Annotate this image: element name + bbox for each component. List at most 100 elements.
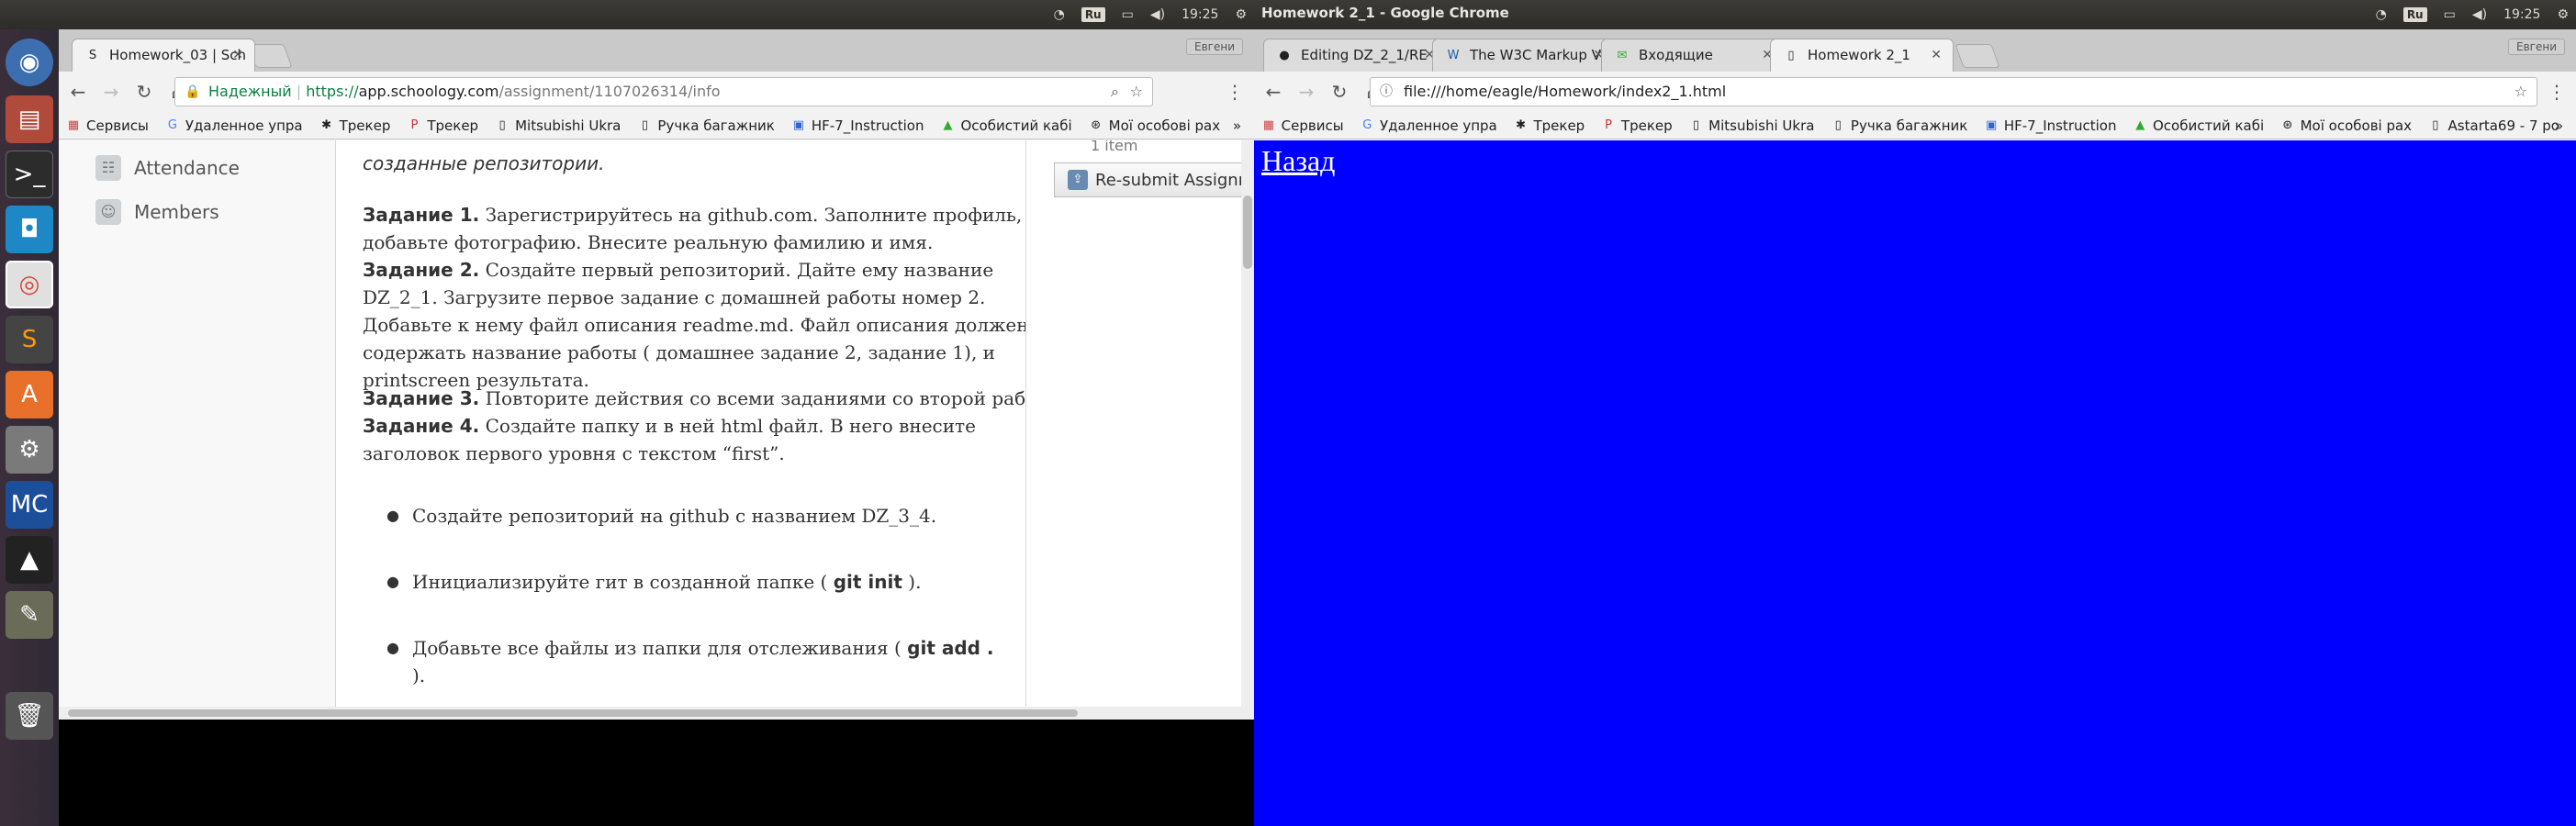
- list-item: Инициализируйте гит в созданной папке ( …: [386, 568, 1055, 596]
- forward-icon[interactable]: →: [97, 78, 125, 106]
- back-icon[interactable]: ←: [64, 78, 92, 106]
- files-icon[interactable]: ▤: [6, 95, 53, 143]
- vertical-scrollbar[interactable]: [1241, 140, 1254, 720]
- gear-icon[interactable]: ⚙: [1235, 7, 1247, 22]
- bookmark-apps[interactable]: ▦ Сервисы: [66, 117, 149, 134]
- tab-strip: S Homework_03 | Sch ✕ Евгени: [59, 29, 1254, 72]
- tab-homework[interactable]: S Homework_03 | Sch ✕: [72, 39, 255, 72]
- gimp-icon[interactable]: ✎: [6, 591, 53, 639]
- list-item: Добавьте все файлы из папки для отслежив…: [386, 634, 1055, 689]
- sublime-icon[interactable]: S: [6, 316, 53, 363]
- app-icon[interactable]: ◘: [6, 206, 53, 253]
- bookmark-item[interactable]: ▯ Ручка багажник: [637, 117, 775, 134]
- back-icon[interactable]: ←: [1260, 78, 1287, 106]
- address-bar[interactable]: ⓘ file:///home/eagle/Homework/index2_1.h…: [1370, 77, 2537, 106]
- reload-icon[interactable]: ↻: [130, 78, 158, 106]
- wifi-icon[interactable]: ◔: [2376, 7, 2387, 22]
- bookmark-item[interactable]: G Удаленное упра: [1361, 117, 1496, 134]
- volume-icon[interactable]: ◀): [2472, 7, 2487, 22]
- bookmark-item[interactable]: ✱ Трекер: [319, 117, 390, 134]
- star-icon[interactable]: ☆: [2514, 78, 2527, 106]
- tab-homework[interactable]: ▯ Homework 2_1 ✕: [1770, 39, 1954, 72]
- profile-button[interactable]: Евгени: [1186, 39, 1243, 55]
- tab-strip: ● Editing DZ_2_1/RE ✕ W The W3C Markup V…: [1254, 29, 2576, 72]
- bookmark-item[interactable]: G Удаленное упра: [165, 117, 303, 134]
- bookmark-item[interactable]: ▣ HF-7_Instruction: [791, 117, 924, 134]
- inkscape-icon[interactable]: ▲: [6, 536, 53, 584]
- scroll-thumb[interactable]: [1243, 195, 1252, 269]
- bank-icon: ▲: [943, 118, 953, 132]
- sidebar-item-members[interactable]: ☺ Members: [95, 199, 219, 225]
- menu-icon[interactable]: ⋮: [1221, 78, 1249, 106]
- bookmark-item[interactable]: ▯ Mitsubishi Ukra: [495, 117, 622, 134]
- zoom-icon[interactable]: ⌕: [1111, 78, 1119, 106]
- ubuntu-dash-icon[interactable]: ◉: [6, 39, 53, 86]
- secure-label: Надежный: [208, 83, 292, 100]
- sidebar-item-label: Members: [134, 201, 219, 223]
- folder-icon: ▣: [792, 118, 804, 132]
- horizontal-scrollbar[interactable]: [59, 707, 1254, 720]
- wifi-icon[interactable]: ◔: [1054, 7, 1065, 22]
- window-title: Homework 2_1 - Google Chrome: [1261, 5, 1509, 21]
- list-item-text: ).: [412, 664, 426, 686]
- chrome-icon[interactable]: ◎: [6, 261, 53, 308]
- tracker-icon: ✱: [1516, 118, 1527, 132]
- bookmarks-overflow[interactable]: »: [2555, 117, 2563, 134]
- new-tab-button[interactable]: [1954, 44, 2000, 68]
- menu-icon[interactable]: ⋮: [2543, 78, 2570, 106]
- tracker-icon: Р: [410, 118, 419, 132]
- unity-launcher: ◉ ▤ >_ ◘ ◎ S A ⚙ MC ▲ ✎ 🗑: [0, 29, 59, 826]
- bookmark-item[interactable]: ⊛ Мої особові рах: [1089, 117, 1220, 134]
- bookmark-item[interactable]: ⊛ Мої особові рах: [2280, 117, 2412, 134]
- software-center-icon[interactable]: A: [6, 371, 53, 419]
- settings-icon[interactable]: ⚙: [6, 426, 53, 474]
- trash-icon[interactable]: 🗑: [6, 692, 53, 740]
- profile-button[interactable]: Евгени: [2508, 39, 2565, 55]
- battery-icon[interactable]: ▭: [1122, 7, 1134, 22]
- star-icon[interactable]: ☆: [1130, 78, 1143, 106]
- tab-github[interactable]: ● Editing DZ_2_1/RE ✕: [1263, 39, 1447, 72]
- bookmark-item[interactable]: ▲ Особистий кабі: [941, 117, 1072, 134]
- list-item-text: ).: [902, 571, 922, 593]
- address-bar[interactable]: 🔒 Надежный | https://app.schoology.com/a…: [174, 77, 1153, 106]
- assignment-sidebar: 1 item ⇪ Re-submit Assignm: [1025, 140, 1254, 720]
- tab-mail[interactable]: ✉ Входящие ✕: [1601, 39, 1785, 72]
- bookmarks-overflow[interactable]: »: [1233, 117, 1241, 134]
- bookmark-item[interactable]: ▣ HF-7_Instruction: [1984, 117, 2117, 134]
- bookmark-apps[interactable]: ▦ Сервисы: [1261, 117, 1344, 134]
- sidebar-item-attendance[interactable]: ☷ Attendance: [95, 155, 240, 181]
- scroll-thumb[interactable]: [68, 709, 1078, 717]
- bookmark-item[interactable]: ✱ Трекер: [1514, 117, 1585, 134]
- mc-icon[interactable]: MC: [6, 481, 53, 529]
- keyboard-layout-indicator[interactable]: Ru: [1081, 7, 1105, 22]
- task-label: Задание 2.: [363, 259, 480, 281]
- tab-title: Входящие: [1639, 47, 1713, 63]
- bookmark-item[interactable]: Р Трекер: [1601, 117, 1673, 134]
- bookmark-item[interactable]: Р Трекер: [407, 117, 478, 134]
- close-icon[interactable]: ✕: [232, 39, 243, 71]
- volume-icon[interactable]: ◀): [1150, 7, 1165, 22]
- task-label: Задание 3.: [363, 387, 480, 409]
- gear-icon[interactable]: ⚙: [2557, 7, 2569, 22]
- bookmark-item[interactable]: ▲ Особистий кабі: [2133, 117, 2264, 134]
- upload-icon: ⇪: [1068, 170, 1088, 190]
- reload-icon[interactable]: ↻: [1326, 78, 1353, 106]
- keyboard-layout-indicator[interactable]: Ru: [2402, 7, 2427, 22]
- battery-icon[interactable]: ▭: [2444, 7, 2456, 22]
- clock[interactable]: 19:25: [1182, 7, 1218, 22]
- close-icon[interactable]: ✕: [1931, 39, 1942, 71]
- clock[interactable]: 19:25: [2503, 7, 2540, 22]
- assignment-content: созданные репозитории. Задание 1. Зареги…: [363, 140, 1070, 720]
- forward-icon[interactable]: →: [1293, 78, 1320, 106]
- bank-icon: ⊛: [2282, 118, 2293, 132]
- bookmark-label: Mitsubishi Ukra: [515, 117, 622, 134]
- terminal-icon[interactable]: >_: [6, 151, 53, 198]
- bookmark-item[interactable]: ▯ Astarta69 - 7 ро: [2428, 117, 2559, 134]
- tab-w3c[interactable]: W The W3C Markup V ✕: [1432, 39, 1616, 72]
- bookmark-label: HF-7_Instruction: [2003, 117, 2117, 134]
- resubmit-button[interactable]: ⇪ Re-submit Assignm: [1054, 162, 1254, 197]
- url-text: file:///home/eagle/Homework/index2_1.htm…: [1404, 83, 1727, 100]
- bookmark-item[interactable]: ▯ Ручка багажник: [1831, 117, 1968, 134]
- back-link[interactable]: Назад: [1261, 144, 1335, 178]
- bookmark-item[interactable]: ▯ Mitsubishi Ukra: [1689, 117, 1815, 134]
